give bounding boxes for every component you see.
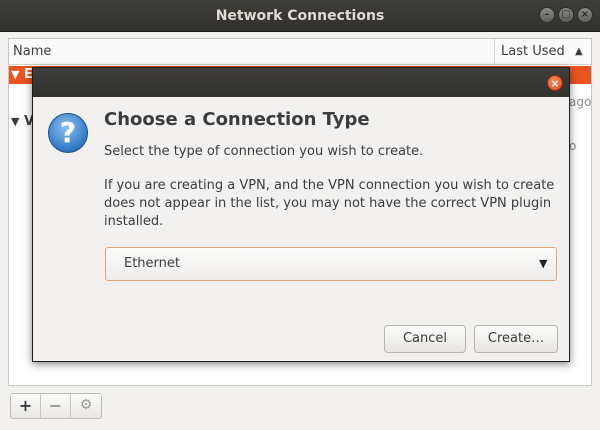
column-header-name[interactable]: Name — [13, 39, 51, 64]
chevron-down-icon: ▼ — [539, 257, 548, 270]
last-used-value: o — [569, 139, 577, 153]
remove-connection-button[interactable]: − — [41, 394, 71, 418]
maximize-button[interactable]: □ — [558, 7, 574, 23]
last-used-value: ago — [569, 95, 592, 109]
gear-icon[interactable]: ⚙ — [71, 394, 101, 418]
create-button[interactable]: Create… — [474, 325, 558, 353]
expander-icon[interactable]: ▼ — [11, 68, 19, 81]
dialog-instruction: Select the type of connection you wish t… — [104, 144, 424, 159]
window-titlebar[interactable]: Network Connections – □ × — [0, 0, 600, 32]
column-header-last-used[interactable]: Last Used ▲ — [494, 39, 591, 64]
sort-arrow-icon: ▲ — [575, 46, 583, 57]
choose-connection-type-dialog: × ? Choose a Connection Type Select the … — [32, 67, 570, 362]
expander-icon[interactable]: ▼ — [11, 115, 19, 128]
dialog-vpn-note: If you are creating a VPN, and the VPN c… — [104, 178, 555, 229]
add-connection-button[interactable]: + — [11, 394, 41, 418]
minimize-button[interactable]: – — [539, 7, 555, 23]
dialog-titlebar[interactable]: × — [33, 68, 569, 97]
list-toolbar: + − ⚙ — [10, 393, 102, 419]
dialog-close-button[interactable]: × — [547, 75, 563, 91]
question-icon: ? — [48, 113, 88, 153]
column-header-last-used-label: Last Used — [501, 44, 565, 59]
cancel-button[interactable]: Cancel — [384, 325, 466, 353]
window-title: Network Connections — [215, 8, 385, 24]
close-button[interactable]: × — [577, 7, 593, 23]
list-header: Name Last Used ▲ — [9, 39, 591, 65]
connection-type-value: Ethernet — [124, 256, 180, 271]
connection-type-select[interactable]: Ethernet ▼ — [105, 247, 557, 281]
dialog-heading: Choose a Connection Type — [104, 109, 370, 130]
